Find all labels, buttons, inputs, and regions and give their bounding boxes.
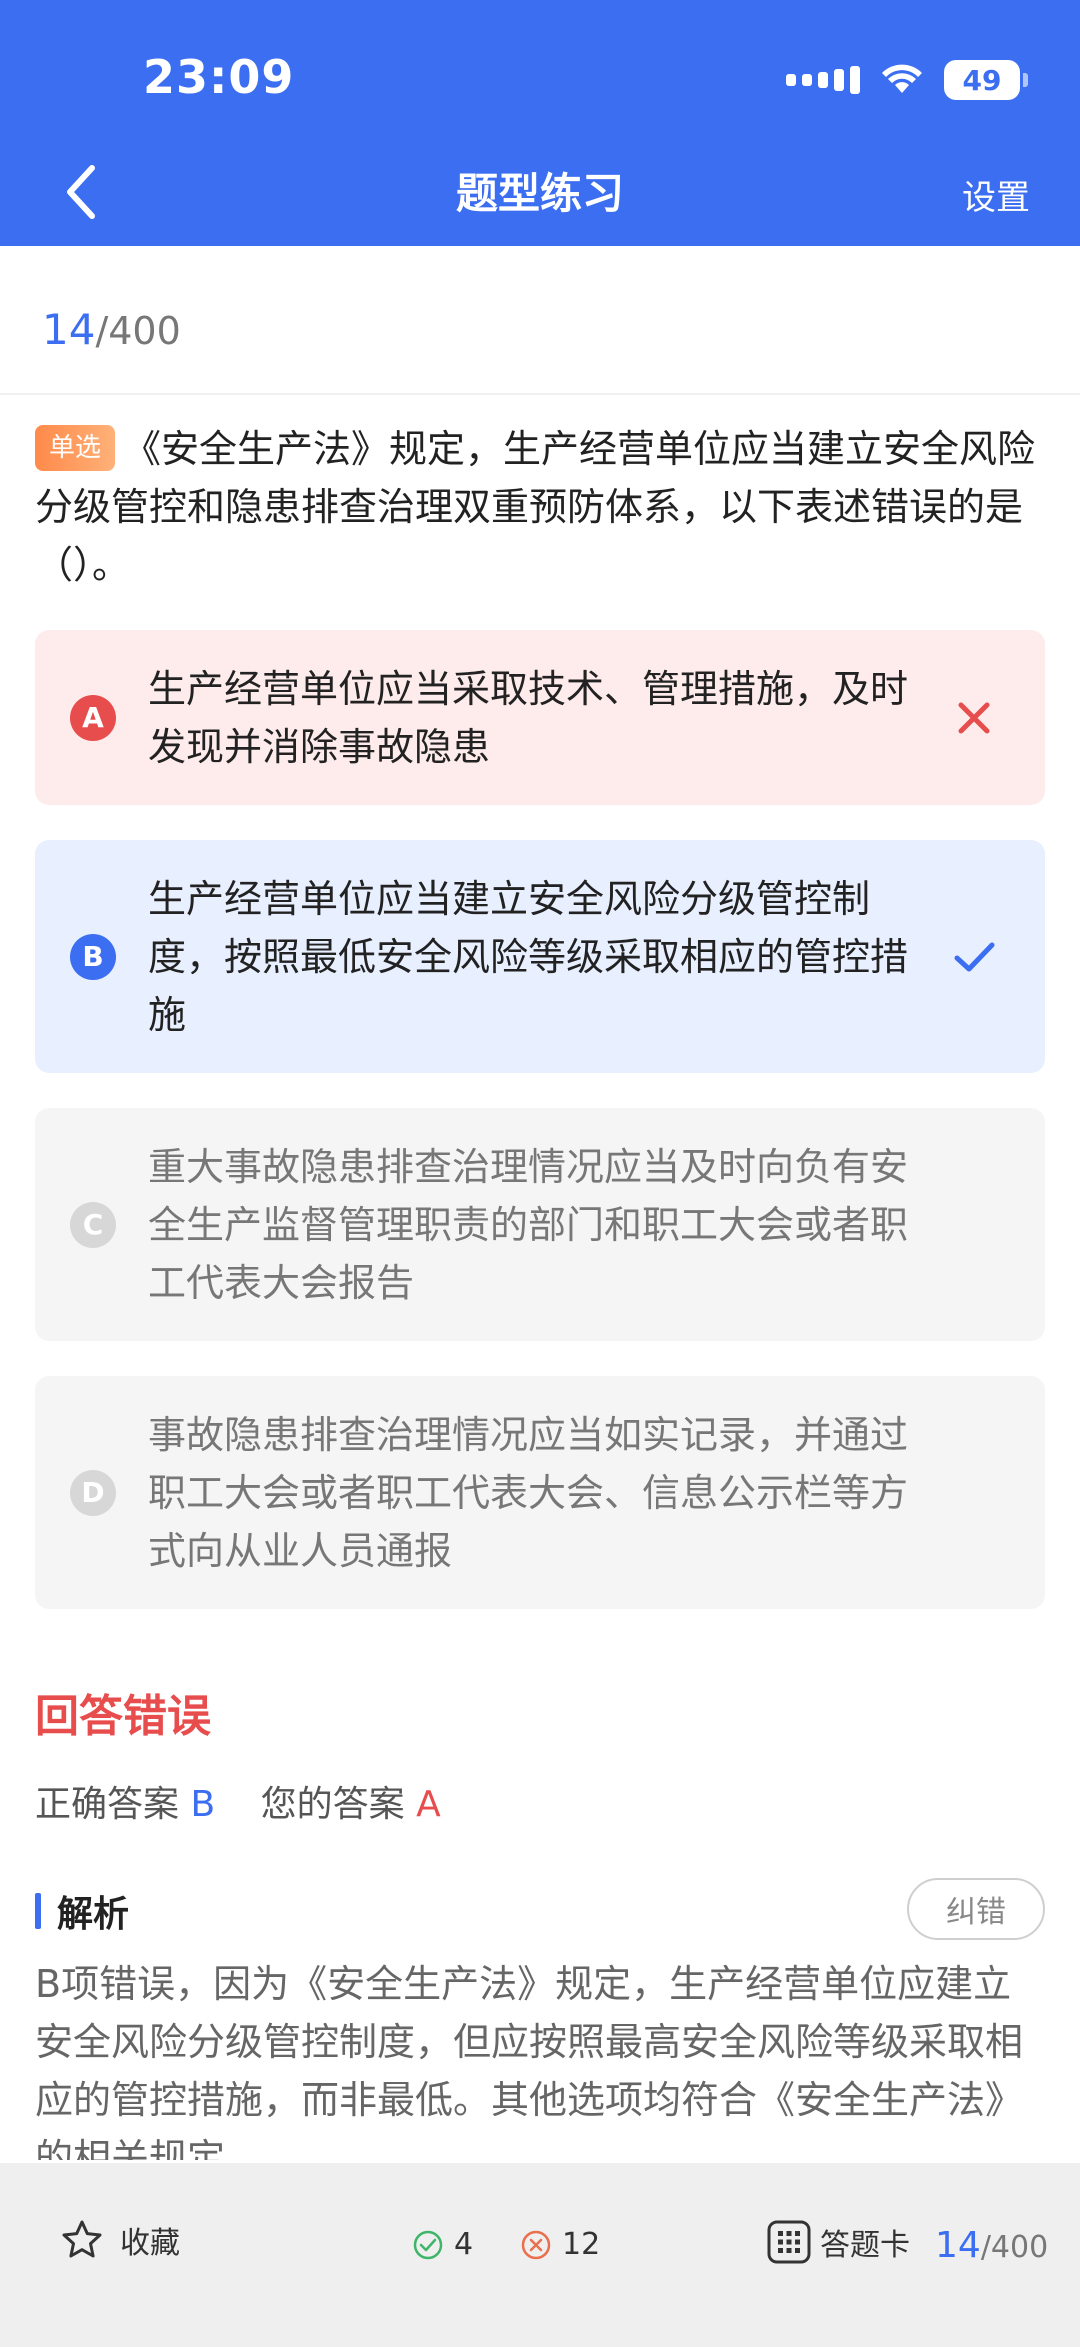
answer-summary: 正确答案 B 您的答案 A — [35, 1775, 441, 1827]
bottom-progress-total: /400 — [980, 2230, 1049, 2265]
correct-count: 4 — [412, 2227, 473, 2262]
correct-answer-label: 正确答案 — [35, 1784, 180, 1825]
bottom-progress-current: 14 — [935, 2225, 981, 2266]
header: 23:09 49 题型练习 设置 — [0, 0, 1080, 246]
favorite-button[interactable]: 收藏 — [60, 2218, 180, 2262]
status-time: 23:09 — [143, 50, 295, 104]
your-answer-label: 您的答案 — [260, 1784, 405, 1825]
your-answer-value: A — [416, 1784, 441, 1825]
result-title: 回答错误 — [35, 1691, 211, 1742]
cross-circle-icon — [521, 2230, 551, 2259]
page-title: 题型练习 — [455, 169, 624, 218]
signal-icon — [786, 66, 860, 94]
bottom-progress: 14/400 — [935, 2225, 1048, 2266]
progress-total: /400 — [95, 309, 181, 353]
wrong-count-value: 12 — [562, 2227, 601, 2262]
option-text: 生产经营单位应当采取技术、管理措施，及时发现并消除事故隐患 — [148, 666, 909, 769]
question-stem: 单选 《安全生产法》规定，生产经营单位应当建立安全风险分级管控和隐患排查治理双重预… — [35, 420, 1045, 594]
battery-icon: 49 — [944, 60, 1028, 100]
divider — [0, 393, 1080, 395]
check-icon — [954, 942, 995, 971]
question-text: 《安全生产法》规定，生产经营单位应当建立安全风险分级管控和隐患排查治理双重预防体… — [35, 427, 1036, 587]
report-error-button[interactable]: 纠错 — [907, 1878, 1045, 1940]
question-type-tag: 单选 — [35, 425, 116, 471]
correct-answer-value: B — [190, 1784, 216, 1825]
answer-card-button[interactable]: 答题卡 — [766, 2219, 910, 2265]
option-text: 生产经营单位应当建立安全风险分级管控制度，按照最低安全风险等级采取相应的管控措施 — [148, 876, 909, 1037]
grid-icon — [767, 2220, 811, 2264]
check-circle-icon — [413, 2230, 443, 2259]
option-text: 重大事故隐患排查治理情况应当及时向负有安全生产监督管理职责的部门和职工大会或者职… — [148, 1144, 909, 1305]
option-d[interactable]: D 事故隐患排查治理情况应当如实记录，并通过职工大会或者职工代表大会、信息公示栏… — [35, 1376, 1045, 1609]
correct-count-value: 4 — [454, 2227, 474, 2262]
wrong-count: 12 — [520, 2227, 600, 2262]
star-icon — [62, 2220, 102, 2258]
analysis-label: 解析 — [57, 1894, 130, 1935]
question-progress: 14/400 — [42, 305, 181, 354]
option-b[interactable]: B 生产经营单位应当建立安全风险分级管控制度，按照最低安全风险等级采取相应的管控… — [35, 840, 1045, 1073]
settings-button[interactable]: 设置 — [962, 170, 1030, 219]
wrong-icon — [958, 702, 990, 733]
answer-card-label: 答题卡 — [820, 2228, 910, 2263]
option-c[interactable]: C 重大事故隐患排查治理情况应当及时向负有安全生产监督管理职责的部门和职工大会或… — [35, 1108, 1045, 1341]
option-letter: D — [70, 1469, 116, 1516]
option-letter: B — [70, 933, 116, 980]
analysis-text: B项错误，因为《安全生产法》规定，生产经营单位应建立安全风险分级管控制度，但应按… — [35, 1962, 1024, 2160]
option-letter: C — [70, 1201, 116, 1248]
option-a[interactable]: A 生产经营单位应当采取技术、管理措施，及时发现并消除事故隐患 — [35, 630, 1045, 805]
bottom-bar: 收藏 4 12 答题卡 14/400 — [0, 2163, 1080, 2347]
practice-page: 23:09 49 题型练习 设置 14/400 单选 《安全生产法》规定，生产经营… — [0, 0, 1080, 2347]
analysis-header: 解析 — [35, 1885, 129, 1937]
analysis-accent-bar — [35, 1893, 41, 1929]
option-letter: A — [70, 694, 116, 741]
progress-current: 14 — [42, 305, 96, 354]
favorite-label: 收藏 — [120, 2226, 180, 2261]
option-text: 事故隐患排查治理情况应当如实记录，并通过职工大会或者职工代表大会、信息公示栏等方… — [148, 1412, 909, 1573]
wifi-icon — [882, 64, 922, 93]
status-icons: 49 — [786, 58, 1028, 102]
